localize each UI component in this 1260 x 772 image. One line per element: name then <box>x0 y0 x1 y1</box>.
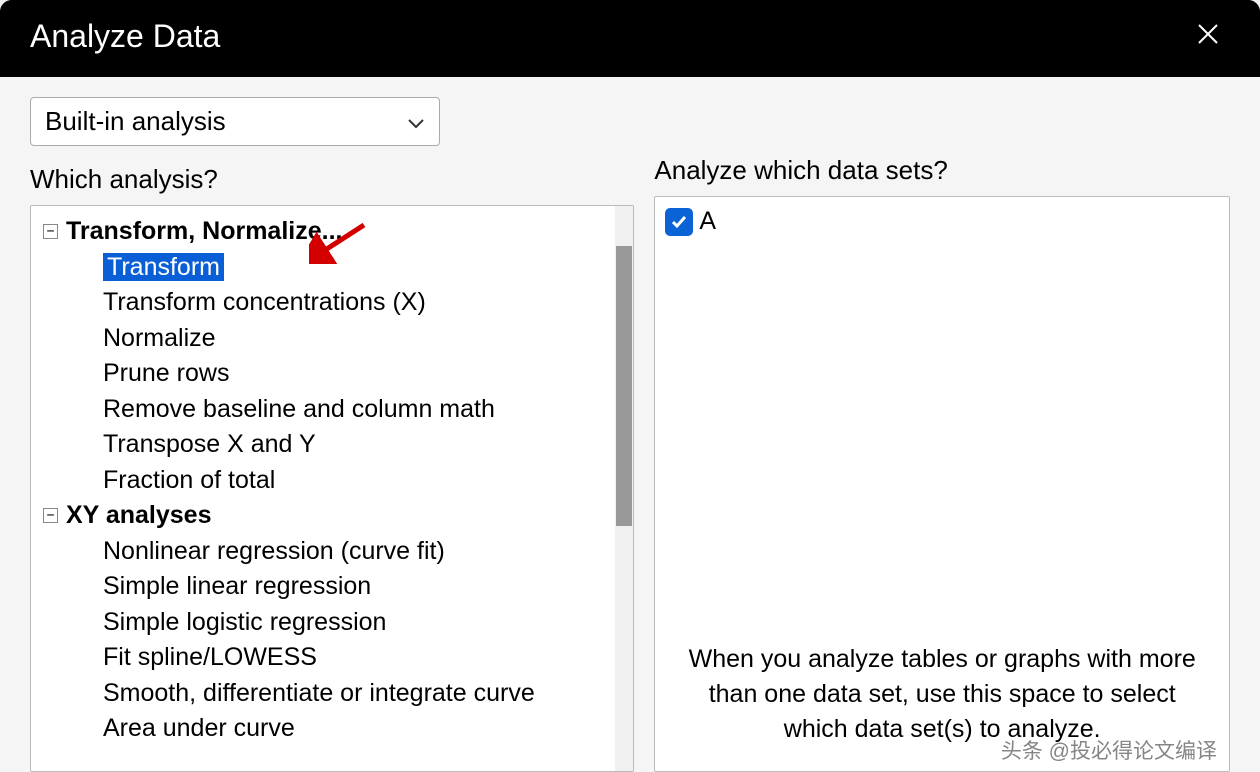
tree-item-prune-rows[interactable]: Prune rows <box>37 356 627 392</box>
dialog-title: Analyze Data <box>30 18 220 55</box>
left-column: Built-in analysis Which analysis? − Tran… <box>30 97 634 772</box>
close-icon <box>1196 22 1220 46</box>
dropdown-value: Built-in analysis <box>45 106 226 137</box>
right-column: Analyze which data sets? A <box>654 97 1230 772</box>
tree-item-area-under-curve[interactable]: Area under curve <box>37 711 627 747</box>
collapse-icon[interactable]: − <box>43 508 58 523</box>
datasets-panel: A When you analyze tables or graphs with… <box>654 196 1230 772</box>
scrollbar[interactable] <box>615 206 633 771</box>
tree-item-smooth-differentiate[interactable]: Smooth, differentiate or integrate curve <box>37 676 627 712</box>
tree-item-fit-spline-lowess[interactable]: Fit spline/LOWESS <box>37 640 627 676</box>
tree-item-nonlinear-regression[interactable]: Nonlinear regression (curve fit) <box>37 534 627 570</box>
tree-item-simple-logistic-regression[interactable]: Simple logistic regression <box>37 605 627 641</box>
check-icon <box>670 213 688 231</box>
scrollbar-thumb[interactable] <box>616 246 632 526</box>
tree-group-transform-normalize[interactable]: − Transform, Normalize... <box>37 214 627 250</box>
tree-item-transpose[interactable]: Transpose X and Y <box>37 427 627 463</box>
analysis-list-panel: − Transform, Normalize... Transform Tran… <box>30 205 634 772</box>
which-analysis-label: Which analysis? <box>30 164 634 195</box>
dataset-label: A <box>699 207 716 236</box>
tree-item-transform[interactable]: Transform <box>37 250 627 286</box>
tree-item-transform-concentrations[interactable]: Transform concentrations (X) <box>37 285 627 321</box>
chevron-down-icon <box>407 106 425 137</box>
analyze-data-dialog: Analyze Data Built-in analysis Which ana… <box>0 0 1260 772</box>
dialog-content: Built-in analysis Which analysis? − Tran… <box>0 77 1260 772</box>
analysis-source-dropdown[interactable]: Built-in analysis <box>30 97 440 146</box>
analyze-which-datasets-label: Analyze which data sets? <box>654 155 1230 186</box>
close-button[interactable] <box>1186 22 1230 51</box>
collapse-icon[interactable]: − <box>43 224 58 239</box>
titlebar: Analyze Data <box>0 0 1260 77</box>
tree-group-xy-analyses[interactable]: − XY analyses <box>37 498 627 534</box>
tree-item-remove-baseline[interactable]: Remove baseline and column math <box>37 392 627 428</box>
tree-item-fraction-total[interactable]: Fraction of total <box>37 463 627 499</box>
dataset-checkbox[interactable] <box>665 208 693 236</box>
datasets-hint: When you analyze tables or graphs with m… <box>655 622 1229 771</box>
dataset-row-a[interactable]: A <box>665 207 1219 236</box>
analysis-tree[interactable]: − Transform, Normalize... Transform Tran… <box>31 206 633 771</box>
tree-item-normalize[interactable]: Normalize <box>37 321 627 357</box>
tree-item-simple-linear-regression[interactable]: Simple linear regression <box>37 569 627 605</box>
